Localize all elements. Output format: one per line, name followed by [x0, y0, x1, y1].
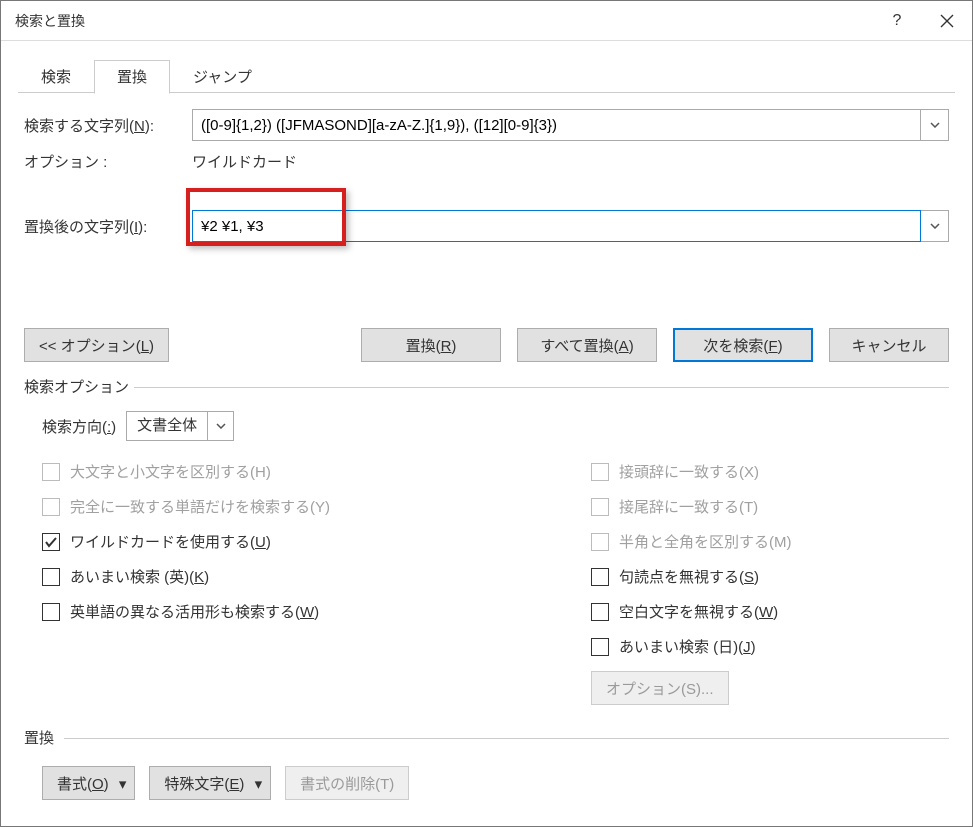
replace-input[interactable]	[192, 210, 921, 242]
check-fuzzy-en[interactable]: あいまい検索 (英)(K)	[42, 566, 591, 587]
close-button[interactable]	[922, 1, 972, 41]
clear-format-button: 書式の削除(T)	[285, 766, 409, 800]
replace-section-title: 置換	[24, 727, 949, 752]
replace-combo	[192, 210, 949, 242]
replace-all-button[interactable]: すべて置換(A)	[517, 328, 657, 362]
find-label: 検索する文字列(N):	[24, 115, 192, 136]
special-button[interactable]: 特殊文字(E) ▾	[149, 766, 271, 800]
replace-button[interactable]: 置換(R)	[361, 328, 501, 362]
check-whole-word: 完全に一致する単語だけを検索する(Y)	[42, 496, 591, 517]
check-fuzzy-jp[interactable]: あいまい検索 (日)(J)	[591, 636, 931, 657]
find-input[interactable]	[192, 109, 921, 141]
direction-dropdown-icon	[208, 411, 234, 441]
replace-dropdown[interactable]	[921, 210, 949, 242]
options-label: オプション :	[24, 151, 192, 172]
check-ignore-whitespace[interactable]: 空白文字を無視する(W)	[591, 601, 931, 622]
search-options-title: 検索オプション	[24, 376, 949, 401]
check-match-case: 大文字と小文字を区別する(H)	[42, 461, 591, 482]
titlebar: 検索と置換 ?	[1, 1, 972, 41]
tab-bar: 検索 置換 ジャンプ	[18, 59, 955, 93]
find-combo	[192, 109, 949, 141]
tab-replace[interactable]: 置換	[94, 60, 170, 94]
options-s-button: オプション(S)...	[591, 671, 729, 705]
tab-jump[interactable]: ジャンプ	[170, 60, 275, 94]
less-options-button[interactable]: << オプション(L)	[24, 328, 169, 362]
tab-search[interactable]: 検索	[18, 60, 94, 94]
check-ignore-punct[interactable]: 句読点を無視する(S)	[591, 566, 931, 587]
cancel-button[interactable]: キャンセル	[829, 328, 949, 362]
check-wordforms[interactable]: 英単語の異なる活用形も検索する(W)	[42, 601, 591, 622]
find-dropdown[interactable]	[921, 109, 949, 141]
format-button[interactable]: 書式(O) ▾	[42, 766, 135, 800]
check-prefix: 接頭辞に一致する(X)	[591, 461, 931, 482]
check-suffix: 接尾辞に一致する(T)	[591, 496, 931, 517]
check-halfwidth: 半角と全角を区別する(M)	[591, 531, 931, 552]
direction-value: 文書全体	[126, 411, 208, 441]
options-value: ワイルドカード	[192, 151, 297, 172]
direction-label: 検索方向(:)	[42, 416, 116, 437]
help-button[interactable]: ?	[872, 1, 922, 41]
dialog-title: 検索と置換	[15, 11, 872, 31]
find-next-button[interactable]: 次を検索(F)	[673, 328, 813, 362]
direction-select[interactable]: 文書全体	[126, 411, 234, 441]
check-wildcards[interactable]: ワイルドカードを使用する(U)	[42, 531, 591, 552]
replace-label: 置換後の文字列(I):	[24, 216, 192, 237]
